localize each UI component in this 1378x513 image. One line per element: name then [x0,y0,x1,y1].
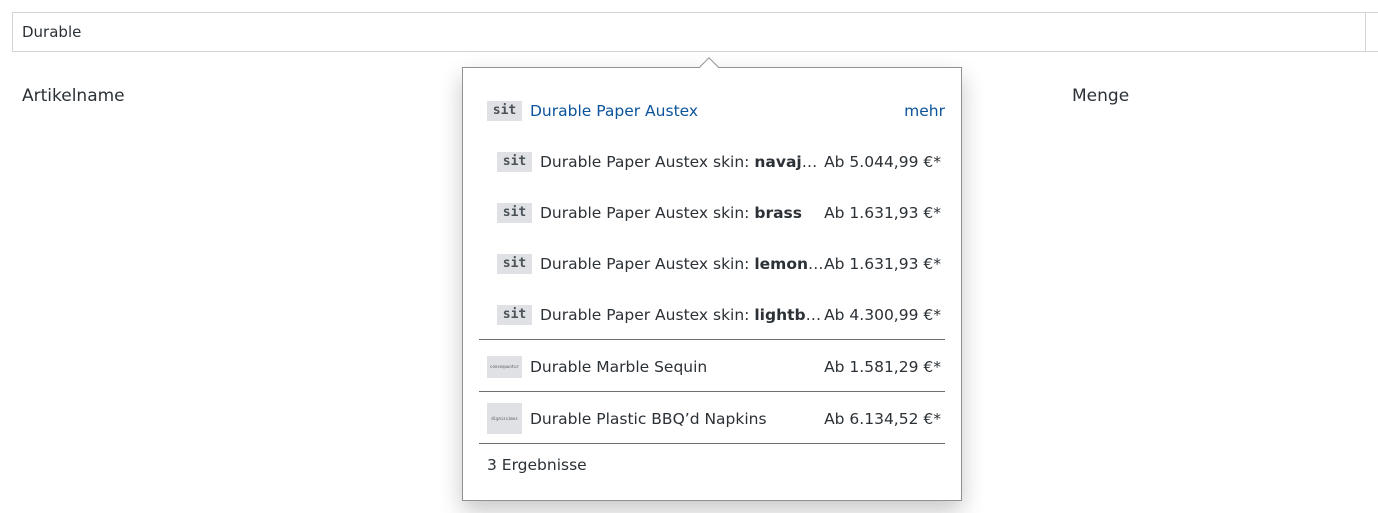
product-thumbnail: consequuntur [487,355,522,378]
divider [479,391,945,392]
more-variants-link[interactable]: mehr [904,102,945,120]
suggestion-product[interactable]: dignissimos Durable Plastic BBQ’d Napkin… [487,393,941,444]
variant-thumbnail: sit [497,253,532,274]
product-name: Durable Marble Sequin [530,357,708,376]
suggestion-main-product[interactable]: sit Durable Paper Austex mehr [487,85,945,136]
divider [479,339,945,340]
product-price: Ab 1.581,29 €* [824,357,941,376]
variant-name: Durable Paper Austex skin: brass [540,203,802,222]
variant-price: Ab 5.044,99 €* [824,152,941,171]
suggestion-variant[interactable]: sit Durable Paper Austex skin: lightblue… [497,289,941,340]
product-name: Durable Plastic BBQ’d Napkins [530,409,767,428]
suggestion-variant[interactable]: sit Durable Paper Austex skin: navajo...… [497,136,941,187]
variant-thumbnail: sit [497,304,532,325]
variant-name: Durable Paper Austex skin: navajo... [540,152,825,171]
suggestion-variant[interactable]: sit Durable Paper Austex skin: brass Ab … [497,187,941,238]
suggestion-product[interactable]: consequuntur Durable Marble Sequin Ab 1.… [487,341,941,392]
product-thumbnail: dignissimos [487,403,522,434]
product-price: Ab 6.134,52 €* [824,409,941,428]
result-count: 3 Ergebnisse [487,456,587,474]
variant-name: Durable Paper Austex skin: lightblue [540,305,824,324]
variant-price: Ab 1.631,93 €* [824,203,941,222]
suggestion-variant[interactable]: sit Durable Paper Austex skin: lemonch..… [497,238,941,289]
variant-price: Ab 4.300,99 €* [824,305,941,324]
divider [479,443,945,444]
search-box-divider [1365,13,1366,51]
product-thumbnail: sit [487,100,522,121]
column-header-quantity: Menge [1072,86,1130,106]
search-input[interactable] [13,13,1365,51]
variant-thumbnail: sit [497,202,532,223]
variant-price: Ab 1.631,93 €* [824,254,941,273]
variant-name: Durable Paper Austex skin: lemonch... [540,254,824,273]
search-box[interactable] [12,12,1378,52]
column-header-article: Artikelname [22,86,125,106]
product-name[interactable]: Durable Paper Austex [530,102,904,120]
variant-thumbnail: sit [497,151,532,172]
search-suggestions-dropdown: sit Durable Paper Austex mehr sit Durabl… [462,67,962,501]
